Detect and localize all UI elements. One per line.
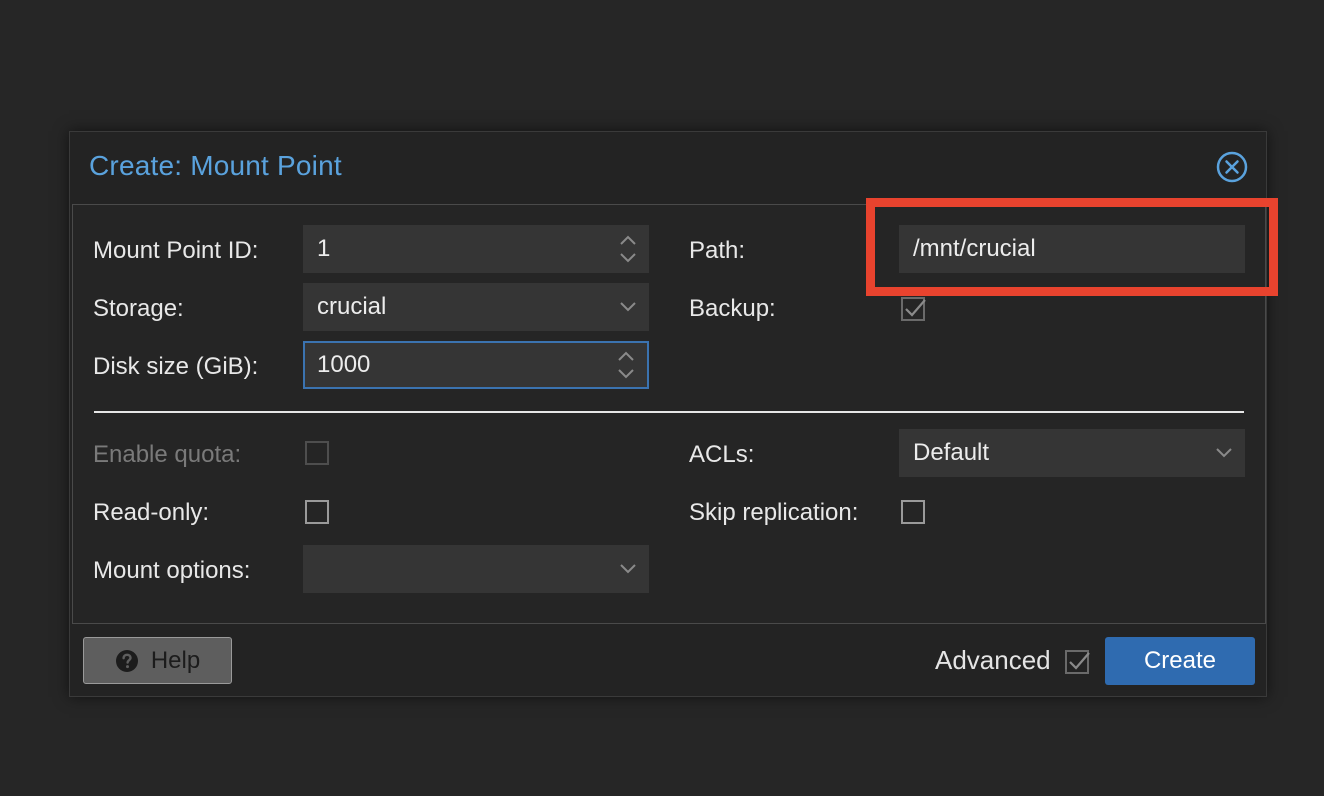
read-only-checkbox[interactable] xyxy=(305,500,329,524)
disk-size-input[interactable]: 1000 xyxy=(303,341,649,389)
checkmark-icon xyxy=(905,299,926,317)
backup-checkbox[interactable] xyxy=(901,297,926,321)
checkmark-icon xyxy=(1069,652,1090,670)
backup-label: Backup: xyxy=(689,295,776,322)
enable-quota-label: Enable quota: xyxy=(93,441,242,468)
disk-size-label: Disk size (GiB): xyxy=(93,353,259,380)
question-circle-icon xyxy=(115,649,138,672)
help-button[interactable]: Help xyxy=(83,637,232,684)
path-value: /mnt/crucial xyxy=(913,235,1036,262)
acls-value: Default xyxy=(913,439,990,466)
chevron-down-icon xyxy=(620,564,636,574)
mount-options-label: Mount options: xyxy=(93,557,251,584)
enable-quota-checkbox xyxy=(305,441,329,465)
help-label: Help xyxy=(150,646,201,674)
mount-point-id-input[interactable]: 1 xyxy=(303,225,649,273)
path-input[interactable]: /mnt/crucial xyxy=(899,225,1245,273)
spinner-icon[interactable] xyxy=(617,350,635,380)
read-only-label: Read-only: xyxy=(93,499,210,526)
create-button[interactable]: Create xyxy=(1105,637,1255,685)
storage-label: Storage: xyxy=(93,295,184,322)
advanced-divider xyxy=(94,411,1244,413)
acls-select[interactable]: Default xyxy=(899,429,1245,477)
storage-value: crucial xyxy=(317,293,387,320)
close-icon[interactable] xyxy=(1216,151,1248,183)
path-label: Path: xyxy=(689,237,746,264)
mount-point-id-value: 1 xyxy=(317,235,331,262)
chevron-down-icon xyxy=(1216,448,1232,458)
storage-select[interactable]: crucial xyxy=(303,283,649,331)
chevron-down-icon xyxy=(620,302,636,312)
advanced-checkbox[interactable] xyxy=(1065,650,1090,674)
create-mount-point-dialog: Create: Mount Point Mount Point ID: 1 Pa… xyxy=(69,131,1267,697)
skip-replication-checkbox[interactable] xyxy=(901,500,925,524)
form-panel: Mount Point ID: 1 Path: /mnt/crucial Sto… xyxy=(72,204,1266,624)
advanced-label: Advanced xyxy=(935,645,1051,675)
dialog-title: Create: Mount Point xyxy=(89,150,342,181)
acls-label: ACLs: xyxy=(689,441,755,468)
mount-options-select[interactable] xyxy=(303,545,649,593)
skip-replication-label: Skip replication: xyxy=(689,499,859,526)
spinner-icon[interactable] xyxy=(619,234,637,264)
mount-point-id-label: Mount Point ID: xyxy=(93,237,259,264)
disk-size-value: 1000 xyxy=(317,351,371,378)
